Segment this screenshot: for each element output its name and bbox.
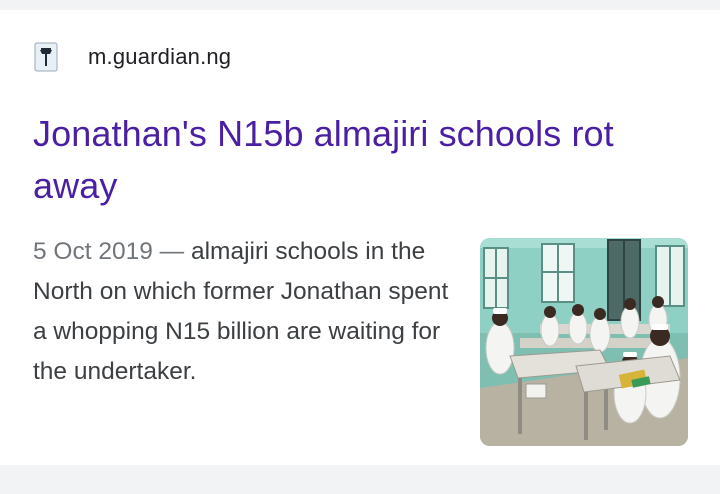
search-result-card[interactable]: m.guardian.ng Jonathan's N15b almajiri s… [0,10,720,465]
results-divider [0,465,720,494]
date-separator: — [152,238,191,265]
result-date: 5 Oct 2019 [33,238,153,265]
guardian-favicon-icon [33,42,59,72]
result-snippet: 5 Oct 2019 — almajiri schools in the Nor… [33,232,463,392]
result-title-link[interactable]: Jonathan's N15b almajiri schools rot awa… [33,108,703,212]
source-domain[interactable]: m.guardian.ng [88,44,231,70]
classroom-photo-thumbnail[interactable] [480,238,688,446]
source-row[interactable]: m.guardian.ng [33,40,231,74]
